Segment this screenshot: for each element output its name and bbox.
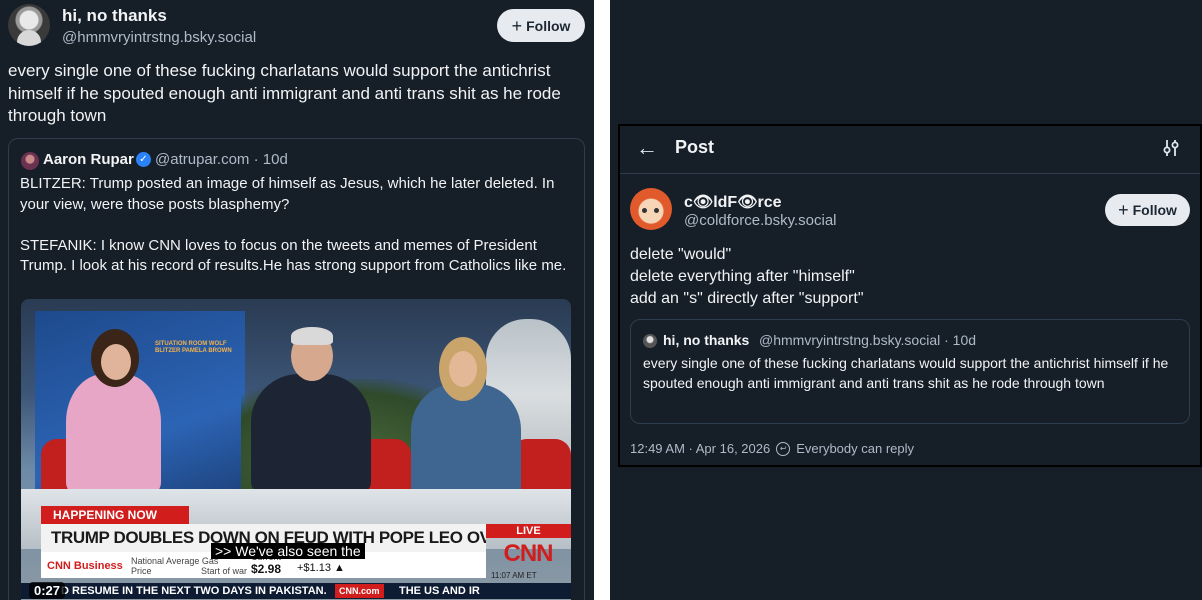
quote-text: BLITZER: Trump posted an image of himsel… (20, 175, 567, 274)
verified-check-icon: ✓ (136, 152, 151, 167)
cnn-business-label: CNN Business (47, 560, 123, 572)
quote-post-card[interactable]: Aaron Rupar ✓ @atrupar.com · 10d BLITZER… (8, 138, 585, 600)
post-thread-view: ← Post c👁ldF👁rce @coldforce.bsky.social … (618, 124, 1202, 467)
author-avatar[interactable] (8, 4, 50, 46)
sliders-icon[interactable] (1160, 137, 1182, 159)
ticker-text-next: THE US AND IR (399, 585, 480, 597)
news-ticker: D RESUME IN THE NEXT TWO DAYS IN PAKISTA… (21, 583, 571, 599)
reply-line: delete everything after "himself" (630, 268, 855, 285)
author-display-name[interactable]: c👁ldF👁rce (684, 192, 782, 212)
gas-price-value: $2.98 (251, 562, 282, 576)
author-handle[interactable]: @hmmvryintrstng.bsky.social (62, 29, 256, 46)
guest-face (101, 344, 131, 380)
video-player[interactable]: SITUATION ROOM WOLF BLITZER PAMELA BROWN… (21, 299, 571, 600)
page-title: Post (675, 137, 715, 157)
quote-author-meta: @atrupar.com · 10d (155, 151, 288, 168)
ticker-text: D RESUME IN THE NEXT TWO DAYS IN PAKISTA… (61, 585, 327, 597)
reply-line: add an "s" directly after "support" (630, 290, 864, 307)
reply-text: delete "would" delete everything after "… (630, 244, 1190, 310)
live-badge: LIVE (486, 524, 571, 538)
reply-setting-label: Everybody can reply (796, 441, 914, 456)
plus-icon: + (511, 15, 523, 36)
right-post-panel: ← Post c👁ldF👁rce @coldforce.bsky.social … (610, 0, 1202, 600)
ticker-site-badge: CNN.com (335, 584, 384, 598)
guest-person (66, 374, 161, 494)
author-handle[interactable]: @coldforce.bsky.social (684, 212, 837, 229)
header-divider (620, 173, 1200, 174)
gas-start-label: Start of war (201, 566, 248, 576)
quote-author-avatar (21, 152, 39, 170)
reply-settings-icon: ↩ (776, 441, 791, 456)
author-avatar[interactable] (630, 188, 672, 230)
quoted-post-card[interactable]: hi, no thanks @hmmvryintrstng.bsky.socia… (630, 319, 1190, 424)
quoted-author-name: hi, no thanks (663, 332, 750, 348)
broadcast-time: 11:07 AM ET (491, 571, 537, 580)
arrow-left-icon[interactable]: ← (636, 135, 658, 161)
quoted-post-text: every single one of these fucking charla… (643, 355, 1169, 391)
follow-button[interactable]: + Follow (497, 9, 585, 42)
post-footer: 12:49 AM · Apr 16, 2026 ↩ Everybody can … (630, 441, 914, 456)
closed-caption: >> We've also seen the (211, 543, 365, 559)
plus-icon: + (1118, 200, 1129, 220)
follow-label: Follow (526, 17, 571, 34)
gas-price-change: +$1.13 ▲ (297, 562, 345, 574)
post-timestamp: 12:49 AM · Apr 16, 2026 (630, 441, 771, 456)
quoted-author-meta: @hmmvryintrstng.bsky.social · 10d (759, 332, 977, 348)
host-hair (291, 327, 333, 345)
quoted-author-avatar (643, 334, 657, 348)
quote-author-name: Aaron Rupar (43, 151, 134, 168)
reply-line: delete "would" (630, 246, 732, 263)
follow-button[interactable]: + Follow (1105, 194, 1190, 226)
cnn-logo: CNN (503, 540, 554, 567)
follow-label: Follow (1132, 202, 1177, 218)
host-person (251, 374, 371, 494)
author-display-name[interactable]: hi, no thanks (62, 6, 167, 26)
video-elapsed-time[interactable]: 0:27 (29, 582, 66, 599)
studio-screen-text: SITUATION ROOM WOLF BLITZER PAMELA BROWN (155, 341, 232, 354)
post-text: every single one of these fucking charla… (8, 61, 561, 125)
left-post-panel: hi, no thanks @hmmvryintrstng.bsky.socia… (0, 0, 594, 600)
cohost-face (449, 351, 477, 387)
cohost-person (411, 384, 521, 499)
happening-now-banner: HAPPENING NOW (41, 506, 189, 524)
